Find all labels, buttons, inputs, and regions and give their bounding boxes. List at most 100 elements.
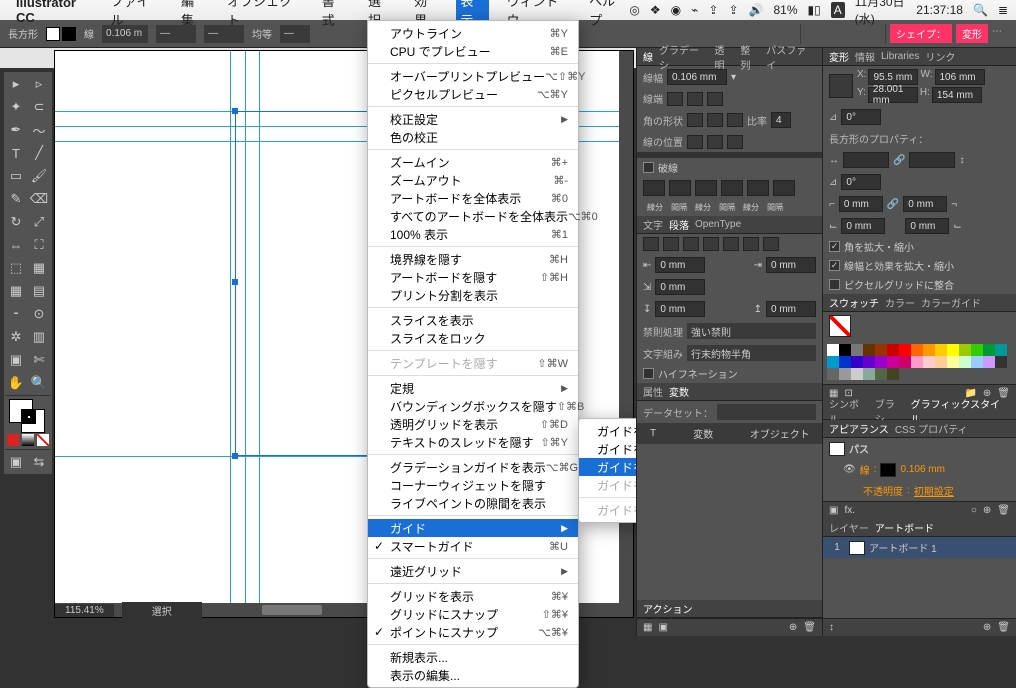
view-menu-item[interactable]: 校正設定 <box>368 110 578 128</box>
swatch[interactable] <box>935 344 947 356</box>
swatch[interactable] <box>863 344 875 356</box>
view-menu-item[interactable]: ピクセルプレビュー⌥⌘Y <box>368 85 578 103</box>
para-align-icon[interactable] <box>643 237 659 251</box>
swatch[interactable] <box>875 368 887 380</box>
swatch[interactable] <box>959 344 971 356</box>
swatch[interactable] <box>899 356 911 368</box>
swatch[interactable] <box>839 368 851 380</box>
user-icon[interactable]: A <box>831 2 845 18</box>
color-mode-icon[interactable] <box>7 434 19 446</box>
para-panel-tabs[interactable]: 文字段落OpenType <box>637 216 822 234</box>
eyedropper-tool[interactable]: ⁃ <box>5 303 27 325</box>
swatch[interactable] <box>947 356 959 368</box>
kinsoku-select[interactable]: 強い禁則 <box>687 323 816 339</box>
zoom-field[interactable]: 115.41% <box>55 604 114 617</box>
footer-icon[interactable]: ⊕ <box>983 622 991 633</box>
swatch[interactable] <box>827 368 839 380</box>
view-menu-item[interactable]: ガイド <box>368 519 578 537</box>
footer-icon[interactable]: 🗑 <box>997 505 1010 516</box>
pen-tool[interactable]: ✒ <box>5 119 27 141</box>
view-menu-item[interactable]: 境界線を隠す⌘H <box>368 250 578 268</box>
menu-help[interactable]: ヘルプ <box>585 0 629 31</box>
swatch-grid[interactable] <box>823 340 1016 384</box>
swatch[interactable] <box>863 368 875 380</box>
corner-icon[interactable]: ⌐ <box>829 199 835 210</box>
selection-tool[interactable]: ▸ <box>5 73 27 95</box>
none-mode-icon[interactable] <box>37 434 49 446</box>
footer-icon[interactable]: 🗑 <box>803 622 816 633</box>
view-menu-item[interactable]: ✓スマートガイド⌘U <box>368 537 578 555</box>
appearance-panel-tabs[interactable]: アピアランスCSS プロパティ <box>823 420 1016 438</box>
view-menu-item[interactable]: グラデーションガイドを表示⌥⌘G <box>368 458 578 476</box>
view-menu-item[interactable]: 透明グリッドを表示⇧⌘D <box>368 415 578 433</box>
direct-selection-tool[interactable]: ▹ <box>28 73 50 95</box>
menubar-icon[interactable]: ◎ <box>629 3 639 17</box>
swatch[interactable] <box>863 356 875 368</box>
swatch[interactable] <box>995 356 1007 368</box>
align-icon[interactable] <box>760 26 776 42</box>
time[interactable]: 21:37:18 <box>916 3 963 17</box>
view-menu-item[interactable]: 新規表示... <box>368 648 578 666</box>
rectangle-tool[interactable]: ▭ <box>5 165 27 187</box>
footer-icon[interactable]: ↕ <box>829 622 834 633</box>
menubar-icon[interactable]: ⌁ <box>691 3 698 17</box>
view-menu-item[interactable]: オーバープリントプレビュー⌥⇧⌘Y <box>368 67 578 85</box>
line-tool[interactable]: ╱ <box>28 142 50 164</box>
swatch[interactable] <box>839 344 851 356</box>
eraser-tool[interactable]: ⌫ <box>28 188 50 210</box>
swatch[interactable] <box>971 344 983 356</box>
view-menu-item[interactable]: コーナーウィジェットを隠す <box>368 476 578 494</box>
magic-wand-tool[interactable]: ✦ <box>5 96 27 118</box>
perspective-tool[interactable]: ▦ <box>28 257 50 279</box>
swatch[interactable] <box>827 356 839 368</box>
align-stroke-icon[interactable] <box>687 135 703 149</box>
vp-field[interactable]: — <box>156 25 196 43</box>
type-tool[interactable]: T <box>5 142 27 164</box>
view-menu-item[interactable]: プリント分割を表示 <box>368 286 578 304</box>
footer-icon[interactable]: ▦ <box>643 622 652 633</box>
fill-stroke-widget[interactable] <box>5 397 51 431</box>
view-menu-item[interactable]: ライブペイントの隙間を表示 <box>368 494 578 512</box>
status-tool[interactable]: 選択 <box>122 602 202 619</box>
swatch[interactable] <box>923 344 935 356</box>
swatch[interactable] <box>971 356 983 368</box>
symbol-sprayer-tool[interactable]: ✲ <box>5 326 27 348</box>
swatch[interactable] <box>827 344 839 356</box>
swatch[interactable] <box>851 368 863 380</box>
mesh-tool[interactable]: ▦ <box>5 280 27 302</box>
pathfinder-icon[interactable] <box>805 26 821 42</box>
view-menu-item[interactable]: ズームアウト⌘- <box>368 171 578 189</box>
lasso-tool[interactable]: ⊂ <box>28 96 50 118</box>
gradient-tool[interactable]: ▤ <box>28 280 50 302</box>
dash-checkbox[interactable] <box>643 162 654 173</box>
swatch[interactable] <box>983 344 995 356</box>
pathfinder-icon[interactable] <box>865 26 881 42</box>
swatch[interactable] <box>851 356 863 368</box>
shape-button[interactable]: シェイプ： <box>890 24 952 43</box>
blend-tool[interactable]: ⊙ <box>28 303 50 325</box>
dash-field[interactable]: — <box>280 25 310 43</box>
link-icon[interactable]: 🔗 <box>887 199 899 210</box>
view-menu-item[interactable]: グリッドを表示⌘¥ <box>368 587 578 605</box>
shape-builder-tool[interactable]: ⬚ <box>5 257 27 279</box>
brush-field[interactable]: — <box>204 25 244 43</box>
notifications-icon[interactable]: ≣ <box>998 3 1008 17</box>
menubar-icon[interactable]: ◉ <box>671 3 681 17</box>
view-menu-item[interactable]: テキストのスレッドを隠す⇧⌘Y <box>368 433 578 451</box>
pathfinder-icon[interactable] <box>825 26 841 42</box>
footer-icon[interactable]: ▣ <box>658 622 667 633</box>
view-menu-item[interactable]: 定規 <box>368 379 578 397</box>
footer-icon[interactable]: ○ <box>971 505 977 516</box>
width-tool[interactable]: ⇔ <box>5 234 27 256</box>
view-menu-item[interactable]: グリッドにスナップ⇧⌘¥ <box>368 605 578 623</box>
swatch[interactable] <box>839 356 851 368</box>
view-menu-item[interactable]: アウトライン⌘Y <box>368 24 578 42</box>
align-icon[interactable] <box>660 26 676 42</box>
align-stroke-icon[interactable] <box>707 135 723 149</box>
swatch[interactable] <box>899 344 911 356</box>
screen-mode-icon[interactable]: ▣ <box>5 451 27 473</box>
align-stroke-icon[interactable] <box>727 135 743 149</box>
hand-tool[interactable]: ✋ <box>5 372 27 394</box>
pathfinder-icon[interactable] <box>845 26 861 42</box>
join-icon[interactable] <box>707 113 723 127</box>
